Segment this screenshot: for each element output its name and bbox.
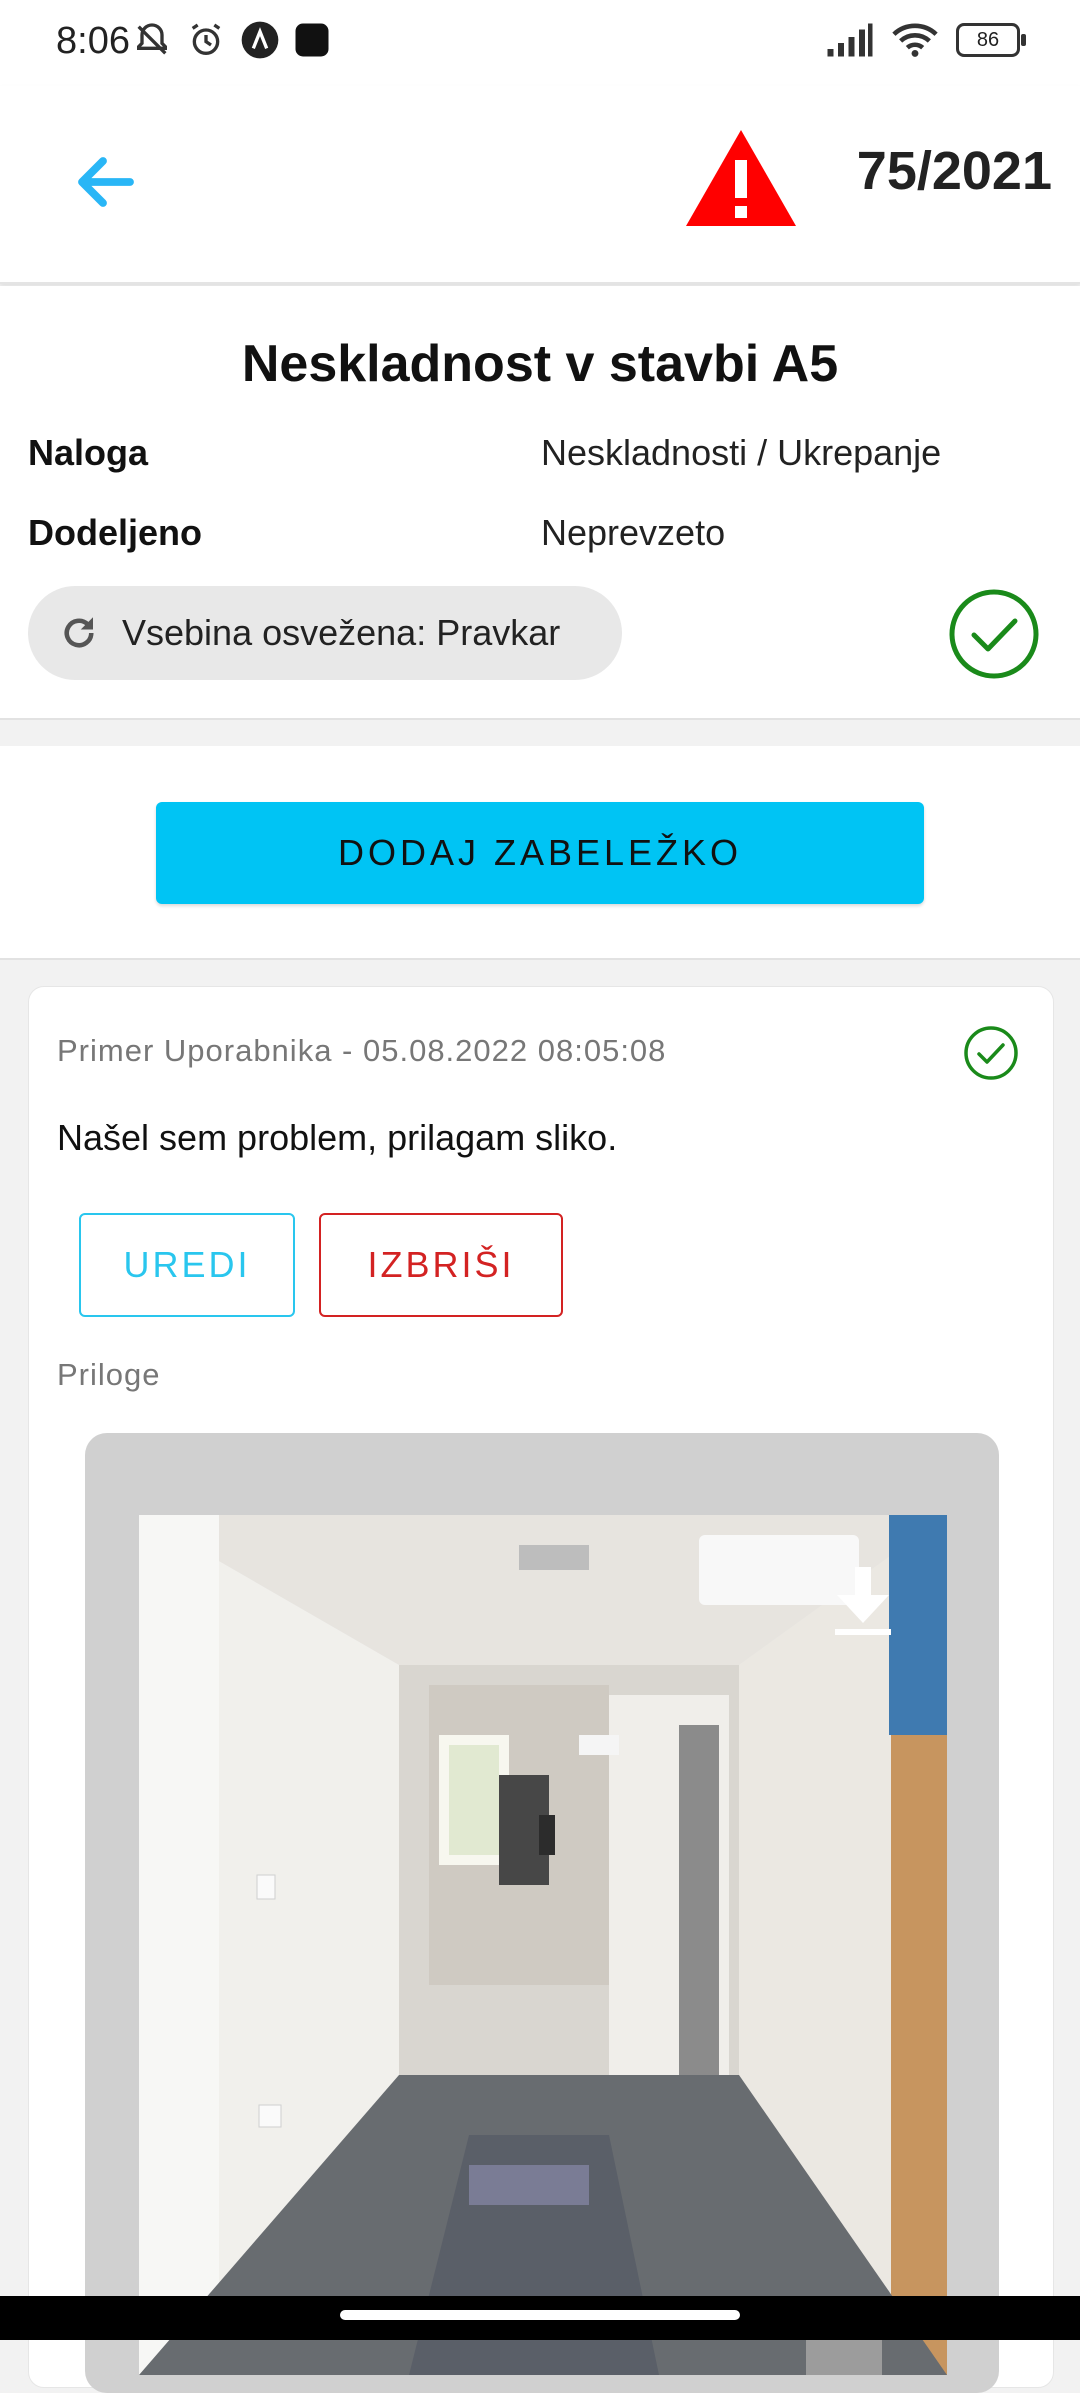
- note-meta: Primer Uporabnika - 05.08.2022 08:05:08: [57, 1033, 667, 1068]
- details-card: Neskladnost v stavbi A5 Naloga Neskladno…: [0, 286, 1080, 720]
- case-number: 75/2021: [856, 141, 1052, 201]
- refresh-icon: [64, 617, 94, 648]
- download-icon[interactable]: [833, 1565, 893, 1637]
- app-bar: 75/2021: [0, 86, 1080, 284]
- attachment-frame: [85, 1433, 999, 2393]
- task-label: Naloga: [28, 432, 149, 473]
- add-note-card: DODAJ ZABELEŽKO: [0, 746, 1080, 960]
- corridor-photo: [139, 1515, 947, 2375]
- page-title: Neskladnost v stavbi A5: [241, 335, 839, 393]
- add-note-button[interactable]: DODAJ ZABELEŽKO: [156, 802, 924, 904]
- note-text: Našel sem problem, prilagam sliko.: [57, 1117, 618, 1158]
- refresh-chip[interactable]: Vsebina osvežena: Pravkar: [28, 586, 622, 680]
- warning-triangle-icon: [686, 130, 796, 226]
- alarm-icon: [191, 23, 221, 56]
- home-handle[interactable]: [340, 2310, 740, 2320]
- note-card: Primer Uporabnika - 05.08.2022 08:05:08 …: [28, 986, 1054, 2393]
- wifi-icon: [892, 23, 938, 57]
- status-bar: 8:06 86: [0, 0, 1080, 86]
- app-a-icon: [241, 21, 279, 59]
- status-left-icons: [132, 20, 330, 60]
- system-nav-bar: [0, 2296, 1080, 2340]
- edit-button[interactable]: UREDI: [79, 1213, 295, 1317]
- arrow-left-icon[interactable]: [70, 146, 142, 218]
- status-time: 8:06: [56, 20, 130, 62]
- battery-icon: 86: [956, 23, 1026, 57]
- bell-off-icon: [137, 23, 167, 55]
- attachments-label: Priloge: [57, 1357, 161, 1392]
- signal-icon: [827, 23, 873, 57]
- check-circle-icon: [949, 589, 1039, 679]
- assigned-label: Dodeljeno: [28, 512, 203, 553]
- assigned-value: Neprevzeto: [541, 512, 726, 553]
- delete-button[interactable]: IZBRIŠI: [319, 1213, 563, 1317]
- refresh-text: Vsebina osvežena: Pravkar: [122, 612, 561, 653]
- status-right-icons: 86: [826, 22, 1026, 58]
- attachment-image[interactable]: [139, 1515, 947, 2375]
- task-value: Neskladnosti / Ukrepanje: [541, 432, 942, 473]
- app-square-icon: [295, 23, 329, 57]
- check-circle-icon: [964, 1026, 1018, 1080]
